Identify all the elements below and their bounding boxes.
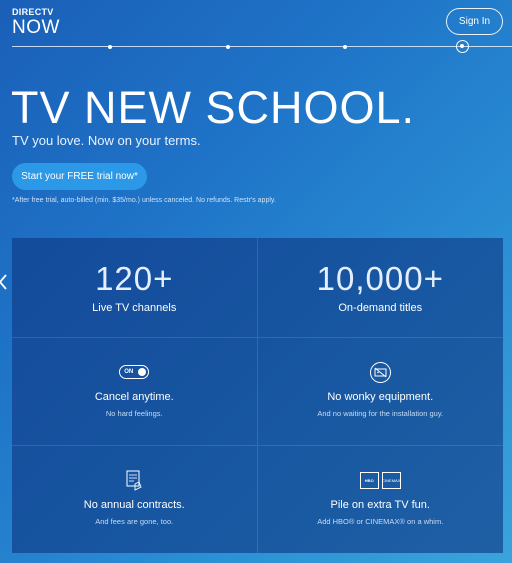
- free-trial-button[interactable]: Start your FREE trial now*: [12, 163, 147, 190]
- feature-cancel-anytime: ON Cancel anytime. No hard feelings.: [12, 338, 258, 446]
- on-toggle-icon: ON: [119, 365, 150, 379]
- feature-title: Pile on extra TV fun.: [330, 499, 430, 511]
- logo-line2: NOW: [12, 17, 60, 38]
- cinemax-badge: CINEMAX: [381, 471, 401, 489]
- directv-now-logo[interactable]: DIRECTV NOW: [12, 7, 60, 38]
- carousel-progress-track: [0, 40, 512, 53]
- premium-channels-icon: HBO CINEMAX: [359, 469, 401, 491]
- feature-subtitle: Add HBO® or CINEMAX® on a whim.: [317, 517, 444, 526]
- trial-disclaimer: *After free trial, auto-billed (min. $35…: [12, 197, 276, 204]
- feature-extra-tv: HBO CINEMAX Pile on extra TV fun. Add HB…: [258, 446, 504, 553]
- contract-icon: [126, 470, 142, 491]
- feature-subtitle: And no waiting for the installation guy.: [317, 409, 444, 418]
- feature-on-demand: 10,000+ On-demand titles: [257, 238, 503, 338]
- feature-title: No annual contracts.: [83, 499, 185, 511]
- feature-stat-label: On-demand titles: [338, 302, 423, 314]
- feature-no-contracts: No annual contracts. And fees are gone, …: [12, 446, 258, 553]
- feature-stat: 10,000+: [316, 260, 444, 297]
- progress-dot-active[interactable]: [456, 40, 469, 53]
- cable-box-icon: [369, 361, 391, 383]
- sign-in-button[interactable]: Sign In: [446, 8, 503, 35]
- hbo-badge: HBO: [359, 471, 379, 489]
- hero-headline: TV NEW SCHOOL.: [11, 82, 416, 133]
- features-grid: 120+ Live TV channels 10,000+ On-demand …: [12, 238, 503, 553]
- progress-dot[interactable]: [226, 44, 230, 49]
- feature-title: Cancel anytime.: [94, 391, 174, 403]
- progress-line: [12, 46, 512, 47]
- feature-stat-label: Live TV channels: [92, 302, 177, 314]
- feature-no-equipment: No wonky equipment. And no waiting for t…: [257, 338, 503, 446]
- feature-subtitle: And fees are gone, too.: [95, 517, 174, 526]
- logo-line1: DIRECTV: [12, 7, 54, 17]
- feature-live-channels: 120+ Live TV channels: [12, 238, 258, 338]
- feature-subtitle: No hard feelings.: [105, 409, 163, 418]
- progress-dot[interactable]: [108, 44, 112, 49]
- chevron-left-icon[interactable]: [0, 274, 8, 290]
- feature-title: No wonky equipment.: [327, 391, 434, 403]
- progress-dot[interactable]: [343, 44, 347, 49]
- feature-stat: 120+: [95, 260, 174, 297]
- toggle-text: ON: [124, 369, 134, 375]
- hero-tagline: TV you love. Now on your terms.: [12, 133, 201, 148]
